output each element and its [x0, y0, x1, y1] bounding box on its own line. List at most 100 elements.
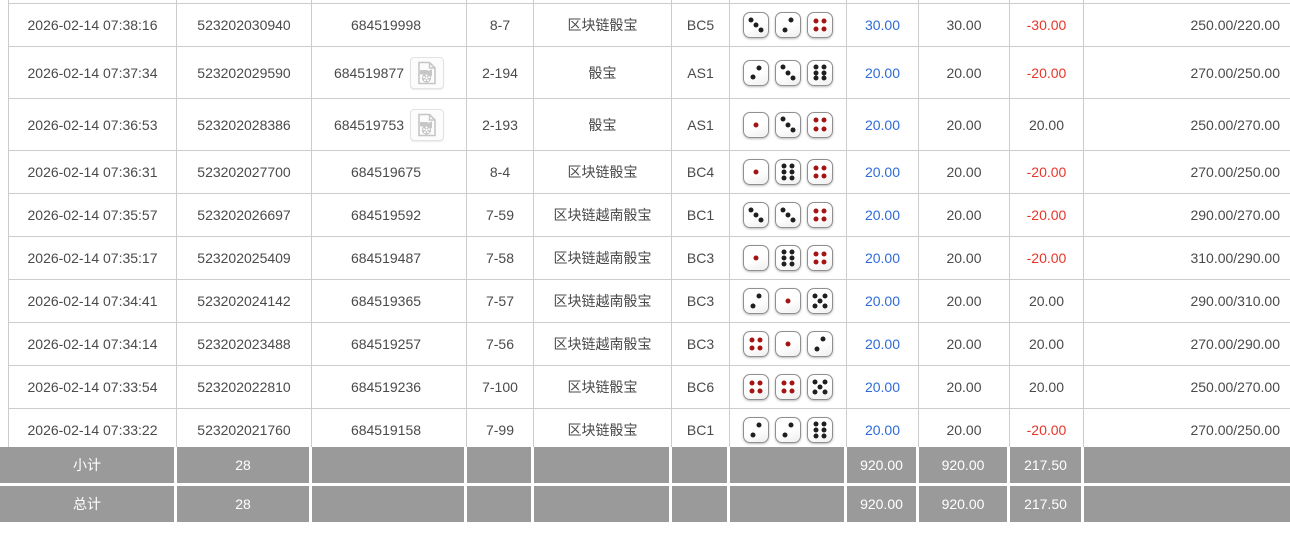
- game-name-cell: 区块链骰宝: [534, 366, 672, 408]
- die-icon-3: [775, 202, 801, 228]
- win-loss-cell: -20.00: [1010, 237, 1084, 279]
- bet-amount-link[interactable]: 30.00: [865, 17, 900, 33]
- win-loss-value: 20.00: [1028, 116, 1065, 133]
- sliver-cell: [730, 0, 847, 3]
- die-icon-3: [743, 202, 769, 228]
- dice-result-cell: [730, 99, 847, 150]
- summary-label-cell: 总计: [0, 486, 177, 522]
- die-pip: [812, 379, 818, 385]
- game-name-cell: 骰宝: [534, 47, 672, 98]
- valid-bet-cell: 20.00: [919, 323, 1010, 365]
- die-pip: [821, 75, 827, 81]
- bet-amount-cell: 20.00: [847, 99, 919, 150]
- die-pip: [788, 422, 794, 428]
- win-loss-cell: -30.00: [1010, 4, 1084, 46]
- game-name-cell: 区块链越南骰宝: [534, 237, 672, 279]
- die-pip: [753, 169, 759, 175]
- video-replay-button[interactable]: [410, 56, 445, 89]
- die-pip: [812, 389, 818, 395]
- round-number: 684519753: [333, 116, 405, 133]
- video-replay-button[interactable]: [410, 108, 445, 141]
- table-code-cell: AS1: [672, 47, 730, 98]
- die-pip: [817, 384, 823, 390]
- bet-record-row: 2026-02-14 07:36:31 523202027700 684519675…: [8, 151, 1290, 194]
- die-icon-4: [807, 111, 833, 138]
- die-pip: [821, 208, 827, 214]
- bet-amount-cell: 20.00: [847, 47, 919, 98]
- dice-group: [743, 417, 833, 443]
- die-pip: [785, 298, 791, 304]
- table-code-cell: BC3: [672, 237, 730, 279]
- order-number-cell: 523202029590: [177, 47, 312, 98]
- die-icon-3: [743, 12, 769, 38]
- game-name-cell: 骰宝: [534, 99, 672, 150]
- die-pip: [789, 169, 795, 175]
- summary-empty-cell: [312, 447, 467, 483]
- bet-amount-link[interactable]: 20.00: [865, 65, 900, 81]
- table-code-cell: BC1: [672, 194, 730, 236]
- win-loss-value: -30.00: [1026, 17, 1067, 33]
- die-pip: [748, 207, 754, 213]
- summary-count-cell: 28: [177, 447, 312, 483]
- die-icon-6: [807, 417, 833, 443]
- round-number-cell: 684519158: [312, 409, 467, 451]
- die-pip: [748, 17, 754, 23]
- bet-amount-link[interactable]: 20.00: [865, 164, 900, 180]
- die-pip: [781, 388, 787, 394]
- round-number: 684519877: [333, 64, 405, 81]
- die-icon-2: [743, 288, 769, 314]
- bet-record-row: 2026-02-14 07:34:41 523202024142 684519365…: [8, 280, 1290, 323]
- bet-amount-cell: 20.00: [847, 280, 919, 322]
- die-pip: [822, 293, 828, 299]
- die-pip: [781, 255, 787, 261]
- bet-amount-link[interactable]: 20.00: [865, 207, 900, 223]
- period-cell: 8-7: [467, 4, 534, 46]
- die-pip: [813, 251, 819, 257]
- bet-record-row: 2026-02-14 07:33:22 523202021760 684519158…: [8, 409, 1290, 452]
- bet-amount-link[interactable]: 20.00: [865, 379, 900, 395]
- die-pip: [780, 64, 786, 70]
- sliver-cell: [467, 0, 534, 3]
- order-number-cell: 523202025409: [177, 237, 312, 279]
- bet-time-cell: 2026-02-14 07:37:34: [8, 47, 177, 98]
- dice-result-cell: [730, 237, 847, 279]
- bet-amount-cell: 20.00: [847, 237, 919, 279]
- dice-result-cell: [730, 47, 847, 98]
- balance-cell: 270.00/290.00: [1190, 336, 1280, 352]
- valid-bet-cell: 20.00: [919, 366, 1010, 408]
- win-loss-value: -20.00: [1026, 64, 1067, 81]
- round-number-cell: 684519257: [312, 323, 467, 365]
- win-loss-value: 20.00: [1028, 293, 1065, 309]
- valid-bet-cell: 20.00: [919, 237, 1010, 279]
- win-loss-cell: -20.00: [1010, 151, 1084, 193]
- die-icon-5: [807, 374, 833, 400]
- win-loss-value: 20.00: [1028, 379, 1065, 395]
- game-name-cell: 区块链越南骰宝: [534, 280, 672, 322]
- bet-amount-link[interactable]: 20.00: [865, 293, 900, 309]
- bet-record-row: 2026-02-14 07:37:34 523202029590 684519877…: [8, 47, 1290, 99]
- bet-amount-link[interactable]: 20.00: [865, 250, 900, 266]
- die-pip: [813, 75, 819, 81]
- bet-record-row: 2026-02-14 07:35:17 523202025409 684519487…: [8, 237, 1290, 280]
- win-loss-cell: 20.00: [1010, 99, 1084, 150]
- bet-amount-cell: 20.00: [847, 366, 919, 408]
- die-icon-1: [743, 111, 769, 138]
- order-number-cell: 523202027700: [177, 151, 312, 193]
- balance-cell: 250.00/220.00: [1190, 17, 1280, 33]
- summary-empty-cell: [467, 447, 534, 483]
- die-icon-2: [775, 417, 801, 443]
- die-pip: [812, 293, 818, 299]
- die-pip: [781, 175, 787, 181]
- die-icon-6: [807, 59, 833, 86]
- round-number-cell: 684519877: [312, 47, 467, 98]
- bet-amount-link[interactable]: 20.00: [865, 422, 900, 438]
- die-pip: [781, 261, 787, 267]
- summary-empty-cell: [1084, 447, 1290, 483]
- die-pip: [757, 337, 763, 343]
- die-icon-1: [743, 245, 769, 271]
- die-pip: [781, 380, 787, 386]
- bet-amount-link[interactable]: 20.00: [865, 336, 900, 352]
- bet-amount-link[interactable]: 20.00: [865, 117, 900, 133]
- round-number-cell: 684519236: [312, 366, 467, 408]
- period-cell: 7-100: [467, 366, 534, 408]
